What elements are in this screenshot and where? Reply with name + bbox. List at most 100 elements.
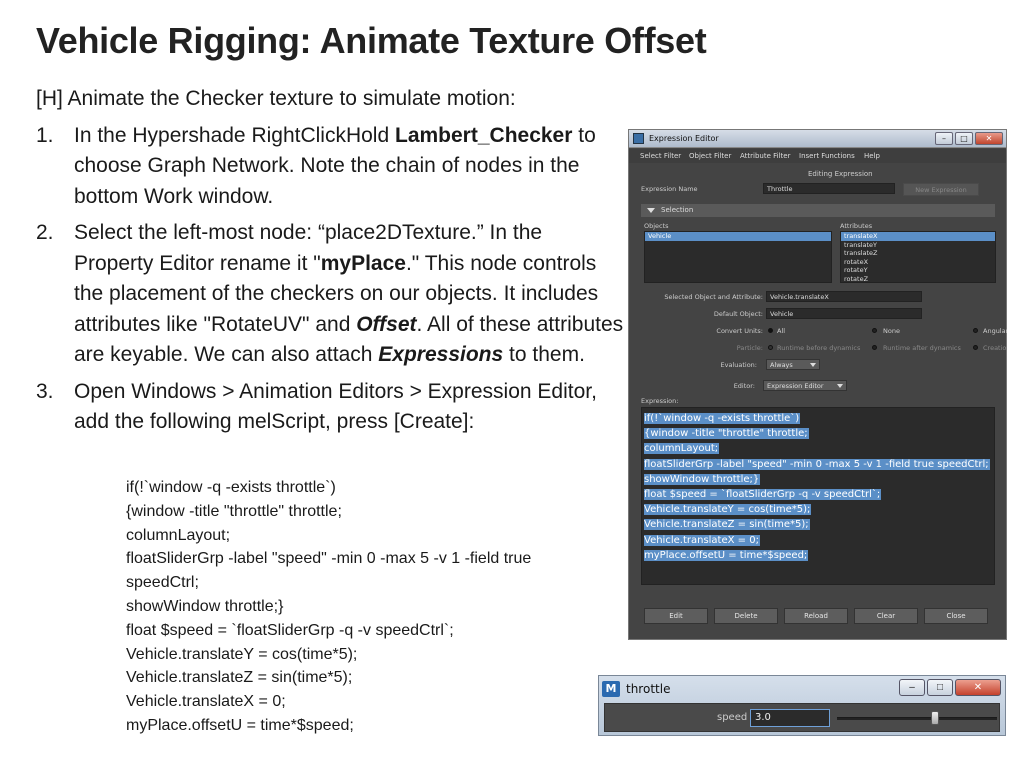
editor-dropdown[interactable]: Expression Editor <box>763 380 847 391</box>
radio-label: Angular only <box>983 327 1007 335</box>
menu-select-filter[interactable]: Select Filter <box>640 152 681 160</box>
attributes-list[interactable]: translateX translateY translateZ rotateX… <box>840 231 996 283</box>
minimize-button[interactable]: – <box>899 679 925 696</box>
code-line: myPlace.offsetU = time*$speed; <box>126 716 354 734</box>
selected-attribute-field[interactable]: Vehicle.translateX <box>766 291 922 302</box>
expression-name-input[interactable]: Throttle <box>763 183 895 194</box>
menu-help[interactable]: Help <box>864 152 880 160</box>
step-3: 3. Open Windows > Animation Editors > Ex… <box>36 377 624 438</box>
step-1: 1. In the Hypershade RightClickHold Lamb… <box>36 121 624 213</box>
radio-runtime-after[interactable] <box>872 345 877 350</box>
step-text-bold-italic: Expressions <box>378 343 504 366</box>
default-object-field[interactable]: Vehicle <box>766 308 922 319</box>
code-line: floatSliderGrp -label "speed" -min 0 -ma… <box>126 550 532 568</box>
throttle-window: M throttle – □ ✕ speed 3.0 <box>598 675 1006 736</box>
speed-slider-track[interactable] <box>837 717 997 720</box>
section-label: Selection <box>661 206 694 214</box>
list-item[interactable]: rotateY <box>841 266 995 275</box>
step-number: 2. <box>36 221 54 244</box>
window-titlebar[interactable]: Expression Editor – □ ✕ <box>629 130 1006 148</box>
radio-none[interactable] <box>872 328 877 333</box>
step-text-bold: myPlace <box>320 251 406 275</box>
menu-attribute-filter[interactable]: Attribute Filter <box>740 152 790 160</box>
speed-slider-handle[interactable] <box>931 711 939 725</box>
maya-logo-icon: M <box>602 681 620 697</box>
delete-button[interactable]: Delete <box>714 608 778 624</box>
list-item[interactable]: translateZ <box>841 249 995 258</box>
steps-list: 1. In the Hypershade RightClickHold Lamb… <box>36 121 624 438</box>
expression-label: Expression: <box>641 397 679 405</box>
radio-label: Runtime before dynamics <box>777 344 861 352</box>
menu-insert-functions[interactable]: Insert Functions <box>799 152 855 160</box>
throttle-body: speed 3.0 <box>604 703 1000 732</box>
list-item[interactable]: translateX <box>841 232 995 241</box>
selection-section-header[interactable]: Selection <box>641 204 995 217</box>
radio-angular[interactable] <box>973 328 978 333</box>
close-window-button[interactable]: ✕ <box>975 132 1003 145</box>
expression-line: floatSliderGrp -label "speed" -min 0 -ma… <box>644 458 990 470</box>
code-line: speedCtrl; <box>126 574 199 592</box>
dropdown-value: Always <box>770 361 793 369</box>
expression-textarea[interactable]: if(!`window -q -exists throttle`) {windo… <box>641 407 995 585</box>
list-item[interactable]: Vehicle <box>645 232 831 241</box>
slide-body: [H] Animate the Checker texture to simul… <box>36 84 624 444</box>
collapse-triangle-icon <box>647 208 655 213</box>
menu-object-filter[interactable]: Object Filter <box>689 152 731 160</box>
list-item[interactable]: rotateX <box>841 258 995 267</box>
step-text: Open Windows > Animation Editors > Expre… <box>74 379 597 434</box>
radio-label: Creation <box>983 344 1007 352</box>
step-text-part: In the Hypershade RightClickHold <box>74 123 395 147</box>
expression-line: {window -title "throttle" throttle; <box>644 428 809 440</box>
chevron-down-icon <box>837 384 843 388</box>
clear-button[interactable]: Clear <box>854 608 918 624</box>
app-icon <box>633 133 644 144</box>
editing-expression-label: Editing Expression <box>808 170 873 178</box>
close-window-button[interactable]: ✕ <box>955 679 1001 696</box>
expression-editor-window: Expression Editor – □ ✕ Select Filter Ob… <box>628 129 1007 640</box>
window-title: Expression Editor <box>649 134 719 143</box>
objects-label: Objects <box>644 222 669 230</box>
step-text: Select the left-most node: “place2DTextu… <box>74 218 624 371</box>
chevron-down-icon <box>810 363 816 367</box>
code-line: Vehicle.translateZ = sin(time*5); <box>126 669 353 687</box>
expression-line: columnLayout; <box>644 443 720 455</box>
speed-label: speed <box>717 712 748 723</box>
step-text: In the Hypershade RightClickHold Lambert… <box>74 121 624 213</box>
objects-list[interactable]: Vehicle <box>644 231 832 283</box>
close-button[interactable]: Close <box>924 608 988 624</box>
step-text-bold-italic: Offset <box>356 312 417 336</box>
window-titlebar[interactable]: M throttle – □ ✕ <box>599 676 1005 702</box>
convert-units-label: Convert Units: <box>716 327 763 335</box>
evaluation-dropdown[interactable]: Always <box>766 359 820 370</box>
expression-line: float $speed = `floatSliderGrp -q -v spe… <box>644 489 882 501</box>
radio-label: All <box>777 327 786 335</box>
code-line: Vehicle.translateX = 0; <box>126 693 286 711</box>
speed-field[interactable]: 3.0 <box>750 709 830 727</box>
expression-line: Vehicle.translateZ = sin(time*5); <box>644 519 810 531</box>
code-line: Vehicle.translateY = cos(time*5); <box>126 645 358 663</box>
expression-line: Vehicle.translateX = 0; <box>644 534 760 546</box>
step-text-bold: Lambert_Checker <box>395 123 573 147</box>
window-title: throttle <box>626 682 671 696</box>
slide-title: Vehicle Rigging: Animate Texture Offset <box>36 20 707 61</box>
dropdown-value: Expression Editor <box>767 382 824 390</box>
new-expression-button[interactable]: New Expression <box>903 183 979 196</box>
reload-button[interactable]: Reload <box>784 608 848 624</box>
list-item[interactable]: translateY <box>841 241 995 250</box>
step-2: 2. Select the left-most node: “place2DTe… <box>36 218 624 371</box>
maximize-button[interactable]: □ <box>955 132 973 145</box>
step-text-part: to them. <box>503 343 585 366</box>
radio-creation[interactable] <box>973 345 978 350</box>
edit-button[interactable]: Edit <box>644 608 708 624</box>
minimize-button[interactable]: – <box>935 132 953 145</box>
radio-label: None <box>883 327 900 335</box>
list-item[interactable]: rotateZ <box>841 275 995 283</box>
radio-all[interactable] <box>768 328 773 333</box>
selected-attribute-label: Selected Object and Attribute: <box>664 293 763 301</box>
maximize-button[interactable]: □ <box>927 679 953 696</box>
editor-label: Editor: <box>733 382 755 390</box>
menu-bar: Select Filter Object Filter Attribute Fi… <box>629 149 1006 163</box>
radio-label: Runtime after dynamics <box>883 344 961 352</box>
radio-runtime-before[interactable] <box>768 345 773 350</box>
mel-script-code: if(!`window -q -exists throttle`) {windo… <box>126 476 602 738</box>
